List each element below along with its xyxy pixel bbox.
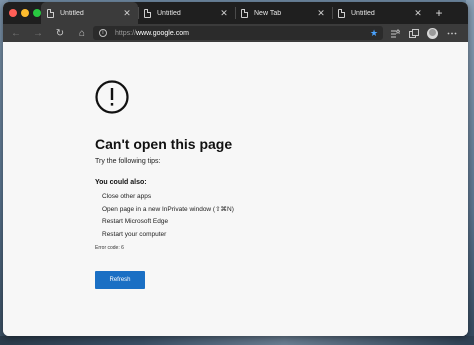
close-tab-icon[interactable]: ✕ <box>122 8 132 19</box>
tab-title: Untitled <box>351 9 375 17</box>
close-window-button[interactable] <box>9 9 17 17</box>
close-tab-icon[interactable]: ✕ <box>316 8 326 19</box>
tip-close-other-apps: Close other apps <box>102 193 152 200</box>
tab-bar: Untitled ✕ Untitled ✕ New Tab ✕ Untitled… <box>3 2 468 24</box>
url-protocol: https:// <box>115 29 137 37</box>
tip-inprivate-window: Open page in a new InPrivate window (⇧⌘N… <box>102 205 234 213</box>
profile-button[interactable] <box>423 24 442 42</box>
tip-restart-edge: Restart Microsoft Edge <box>102 218 169 225</box>
page-icon <box>144 8 151 18</box>
tips-intro: Try the following tips: <box>95 158 161 165</box>
tab-untitled-3[interactable]: Untitled ✕ <box>332 2 429 24</box>
favorites-list-icon[interactable] <box>385 24 404 42</box>
could-also-heading: You could also: <box>95 179 147 186</box>
back-button[interactable]: ← <box>5 24 27 42</box>
close-tab-icon[interactable]: ✕ <box>219 8 229 19</box>
window-controls <box>3 2 41 24</box>
tab-title: Untitled <box>157 9 181 17</box>
favorite-star-icon[interactable]: ★ <box>367 26 381 40</box>
avatar <box>427 27 438 39</box>
page-icon <box>338 8 345 18</box>
address-bar[interactable]: i https:// www.google.com <box>93 26 383 40</box>
tab-untitled-2[interactable]: Untitled ✕ <box>138 2 235 24</box>
refresh-icon[interactable]: ↻ <box>49 24 71 42</box>
tab-title: New Tab <box>254 9 282 17</box>
minimize-window-button[interactable] <box>21 9 29 17</box>
zoom-window-button[interactable] <box>33 9 41 17</box>
tab-untitled-1[interactable]: Untitled ✕ <box>41 2 138 24</box>
page-title: Can't open this page <box>95 136 233 152</box>
tips-list: Close other apps Open page in a new InPr… <box>102 192 234 242</box>
browser-window: Untitled ✕ Untitled ✕ New Tab ✕ Untitled… <box>3 2 468 336</box>
more-menu-icon[interactable] <box>442 24 461 42</box>
collections-icon[interactable] <box>404 24 423 42</box>
refresh-button[interactable]: Refresh <box>95 271 145 289</box>
page-content: Can't open this page Try the following t… <box>3 42 468 336</box>
desktop-background-bottom <box>0 336 474 345</box>
tab-title: Untitled <box>60 9 84 17</box>
exclamation-circle-icon <box>95 80 129 114</box>
page-icon <box>47 8 54 18</box>
close-tab-icon[interactable]: ✕ <box>413 8 423 19</box>
tab-new-tab[interactable]: New Tab ✕ <box>235 2 332 24</box>
toolbar-right <box>385 24 461 42</box>
new-tab-button[interactable]: + <box>429 2 449 24</box>
error-code: Error code: 6 <box>95 245 124 251</box>
forward-button[interactable]: → <box>27 24 49 42</box>
page-icon <box>241 8 248 18</box>
home-icon[interactable]: ⌂ <box>71 24 93 42</box>
tip-restart-computer: Restart your computer <box>102 230 167 238</box>
site-info-icon[interactable]: i <box>99 29 107 37</box>
url-host: www.google.com <box>136 29 189 37</box>
